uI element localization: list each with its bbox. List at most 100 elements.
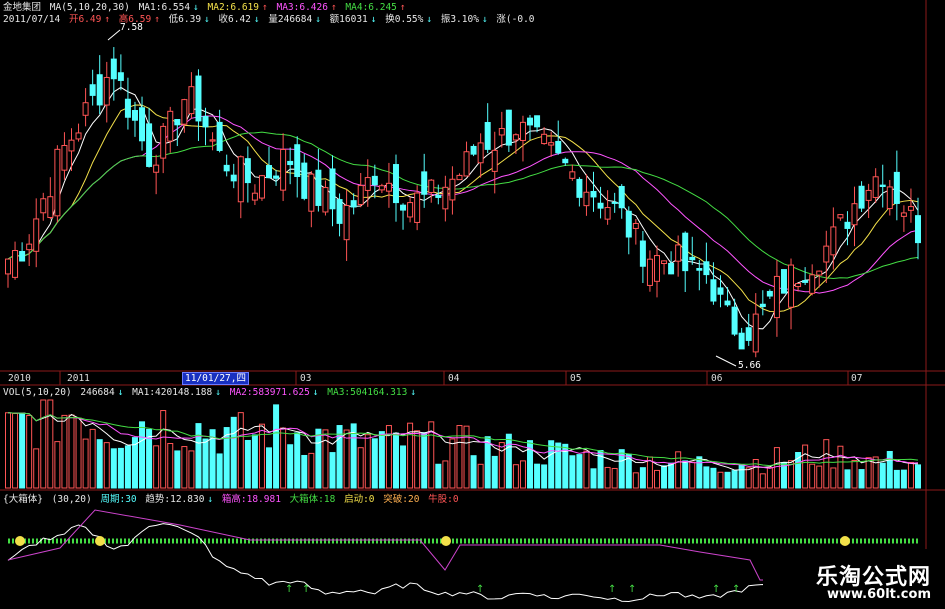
candle-body <box>12 250 19 278</box>
volume-bar <box>202 438 209 489</box>
volume-bar <box>583 450 590 489</box>
volume-bar <box>61 414 68 489</box>
candle-body <box>223 164 230 172</box>
candle-body <box>625 210 632 238</box>
vol-value: 246684 <box>80 387 115 398</box>
volume-bar <box>675 451 682 489</box>
x-label-06: 06 <box>711 373 723 384</box>
candle-body <box>167 110 174 142</box>
volume-bar <box>258 423 265 489</box>
candle-body <box>583 191 590 207</box>
candle-body <box>407 202 414 218</box>
candle-body <box>54 148 61 217</box>
price-high-label: 7.58 <box>120 22 143 33</box>
volume-bar <box>724 471 731 489</box>
candle-body <box>682 232 689 272</box>
volume-bar <box>435 463 442 489</box>
candle-body <box>907 206 914 211</box>
volume-bar <box>682 460 689 489</box>
volume-bar <box>470 455 477 489</box>
watermark: 乐淘公式网 www.60lt.com <box>763 549 945 609</box>
candle-body <box>456 174 463 181</box>
candle-body <box>308 173 315 212</box>
candle-body <box>195 75 202 122</box>
volume-bar <box>661 465 668 489</box>
candle-body <box>336 199 343 224</box>
candle-body <box>82 102 89 116</box>
candle-body <box>371 175 378 186</box>
volume-bar <box>534 463 541 489</box>
volume-bar <box>893 469 900 489</box>
volume-bar <box>738 464 745 489</box>
candle-body <box>795 283 802 288</box>
candle-body <box>900 212 907 217</box>
volume-bar <box>604 466 611 489</box>
x-label-03: 03 <box>300 373 312 384</box>
volume-bar <box>230 416 237 489</box>
candle-body <box>809 274 816 294</box>
volume-bar <box>555 442 562 489</box>
candle-body <box>266 165 273 179</box>
volume-bar <box>103 442 110 489</box>
volume-bar <box>378 431 385 489</box>
candle-body <box>435 194 442 198</box>
smiley-marker-icon <box>840 536 850 546</box>
chart-canvas: ↑ ↑ ↑ ↑ ↑ ↑ ↑ <box>0 0 945 609</box>
candle-body <box>61 144 68 171</box>
volume-bar <box>110 448 117 489</box>
volume-bar <box>294 432 301 489</box>
candle-body <box>385 182 392 192</box>
candle-body <box>858 185 865 209</box>
up-arrow-icon: ↑ <box>476 584 484 595</box>
volume-bar <box>315 428 322 489</box>
volume-bar <box>237 412 244 489</box>
candle-body <box>26 243 33 251</box>
volume-bar <box>710 467 717 489</box>
down-arrow-icon: ↓ <box>117 387 124 398</box>
candle-body <box>661 260 668 265</box>
candle-body <box>915 215 921 244</box>
indicator-breakout: 突破:20 <box>383 494 420 505</box>
volume-bar <box>653 469 660 489</box>
down-arrow-icon: ↓ <box>312 387 319 398</box>
volume-bar <box>322 429 329 489</box>
volume-bar <box>266 447 273 489</box>
candle-body <box>139 107 146 142</box>
volume-bar <box>717 471 724 489</box>
candle-body <box>745 327 752 341</box>
candle-body <box>414 192 421 223</box>
volume-bar <box>442 460 449 489</box>
vol-ma1: MA1:420148.188 <box>132 387 213 398</box>
volume-bar <box>244 439 251 489</box>
candle-body <box>237 156 244 203</box>
candle-body <box>280 148 287 191</box>
down-arrow-icon: ↓ <box>215 387 221 398</box>
volume-bar <box>915 464 921 489</box>
candle-body <box>766 290 773 297</box>
candle-body <box>273 175 280 179</box>
volume-bar <box>364 434 371 489</box>
candle-body <box>209 139 216 142</box>
candle-body <box>251 192 258 201</box>
candle-body <box>146 123 153 167</box>
candle-body <box>548 142 555 146</box>
volume-bar <box>759 473 766 489</box>
up-arrow-icon: ↑ <box>285 584 293 595</box>
candle-body <box>96 74 103 106</box>
volume-bar <box>611 467 618 489</box>
candle-body <box>668 262 675 275</box>
candle-body <box>350 200 357 208</box>
candle-body <box>879 184 886 187</box>
candle-body <box>124 98 131 118</box>
candle-body <box>788 264 795 308</box>
indicator-bull: 牛股:0 <box>428 494 459 505</box>
candle-body <box>646 258 653 286</box>
candle-body <box>33 218 40 252</box>
volume-bar <box>301 454 308 489</box>
candle-body <box>541 133 548 145</box>
volume-bar <box>632 472 639 489</box>
candle-body <box>5 258 11 275</box>
smiley-marker-icon <box>441 536 451 546</box>
volume-bar <box>505 433 512 489</box>
high-leader-line <box>107 29 121 41</box>
